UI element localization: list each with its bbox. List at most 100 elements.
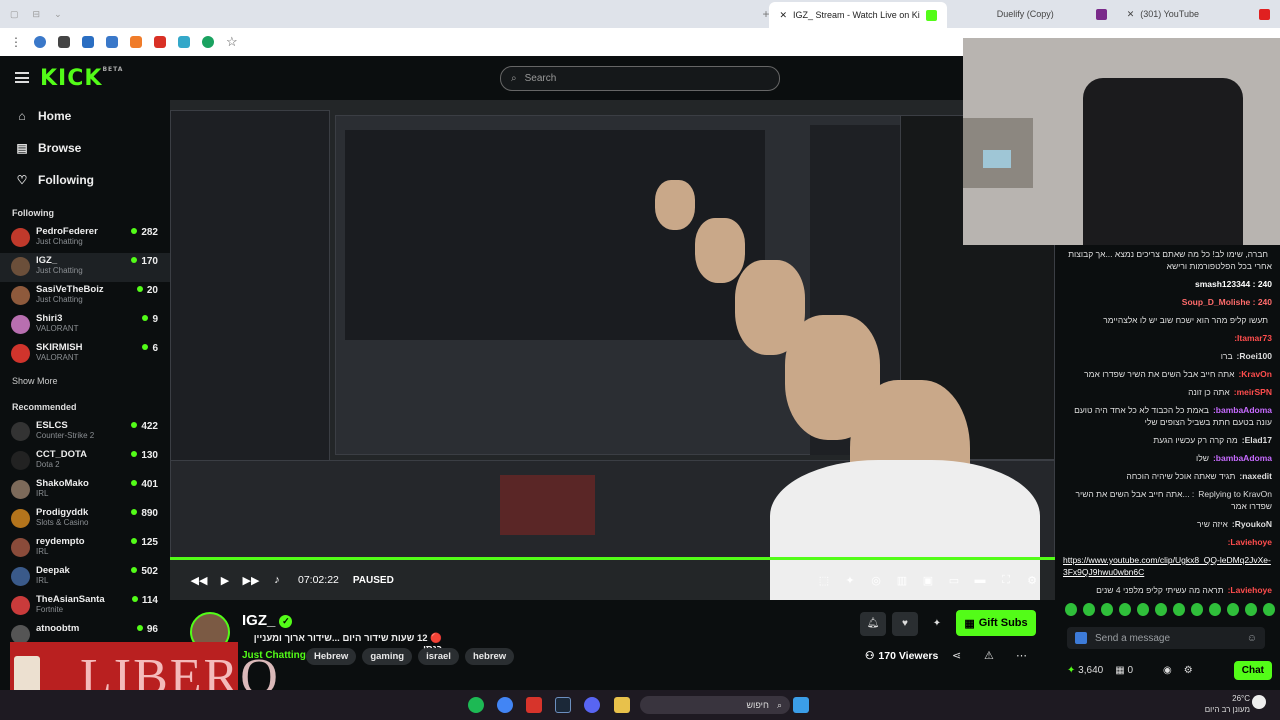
browser-tab-youtube[interactable]: ✕ (301) YouTube <box>1117 2 1280 26</box>
chat-username[interactable]: meirSPN: <box>1234 387 1272 397</box>
chat-link[interactable]: https://www.youtube.com/clip/Ugkx8_QQ-le… <box>1055 551 1280 581</box>
gift-subs-button[interactable]: ▦ Gift Subs <box>956 610 1036 636</box>
kick-logo[interactable]: KICKBETA <box>40 66 123 91</box>
pip-icon[interactable]: ▣ <box>915 574 941 587</box>
channel-item[interactable]: IGZ_ Just Chatting 170 <box>0 253 170 282</box>
channel-item[interactable]: Deepak IRL 502 <box>0 563 170 592</box>
emote-icon[interactable] <box>1209 603 1221 616</box>
emoji-icon[interactable]: ☺ <box>1247 633 1257 644</box>
channel-item[interactable]: PedroFederer Just Chatting 282 <box>0 224 170 253</box>
file-explorer-icon[interactable] <box>614 697 630 713</box>
window-menu-icon[interactable]: ▢ <box>10 9 19 20</box>
emote-icon[interactable] <box>1065 603 1077 616</box>
channel-item[interactable]: SKIRMISH VALORANT 6 <box>0 340 170 369</box>
new-tab-button[interactable]: + <box>762 7 769 21</box>
nav-home[interactable]: ⌂ Home <box>0 100 170 132</box>
extension-icon[interactable] <box>202 36 214 48</box>
extension-icon[interactable] <box>178 36 190 48</box>
channel-item[interactable]: ShakoMako IRL 401 <box>0 476 170 505</box>
chat-username[interactable]: Laviehoye: <box>1228 585 1272 595</box>
forward-icon[interactable]: ▶▶ <box>238 574 264 587</box>
emote-icon[interactable] <box>1137 603 1149 616</box>
channel-item[interactable]: TheAsianSanta Fortnite 114 <box>0 592 170 621</box>
chat-input[interactable]: Send a message ☺ <box>1067 627 1265 649</box>
show-more-button[interactable]: Show More <box>0 369 170 394</box>
emote-icon[interactable] <box>1083 603 1095 616</box>
chat-username[interactable]: Elad17: <box>1242 435 1272 445</box>
channel-item[interactable]: reydempto IRL 125 <box>0 534 170 563</box>
chat-username[interactable]: Roei100: <box>1237 351 1272 361</box>
stats-icon[interactable]: ▥ <box>889 574 915 587</box>
weather-widget[interactable]: 26°C מעונן רב היום <box>1195 693 1250 715</box>
chat-username[interactable]: KravOn: <box>1238 369 1272 379</box>
chat-send-button[interactable]: Chat <box>1233 660 1272 680</box>
settings-icon[interactable]: ⚙ <box>1019 574 1045 587</box>
nav-browse[interactable]: ▤ Browse <box>0 132 170 164</box>
emote-icon[interactable] <box>1227 603 1239 616</box>
emote-icon[interactable] <box>1101 603 1113 616</box>
steam-icon[interactable] <box>555 697 571 713</box>
tag-hebrew[interactable]: Hebrew <box>306 648 357 665</box>
play-button[interactable]: ▶ <box>212 574 238 587</box>
sparkle-button[interactable]: ✦ <box>924 612 950 636</box>
extension-icon[interactable] <box>154 36 166 48</box>
emote-icon[interactable] <box>1263 603 1275 616</box>
extension-icon[interactable] <box>34 36 46 48</box>
emote-icon[interactable] <box>1119 603 1131 616</box>
emote-icon[interactable] <box>1191 603 1203 616</box>
sparkle-icon[interactable]: ✦ <box>837 574 863 587</box>
discord-icon[interactable] <box>584 697 600 713</box>
chat-username[interactable]: bambaAdoma: <box>1213 405 1272 415</box>
clip-icon[interactable]: ⬚ <box>811 574 837 587</box>
emote-icon[interactable] <box>1155 603 1167 616</box>
streamer-name-block[interactable]: IGZ_ ✓ <box>242 612 293 629</box>
more-icon[interactable]: ⋮ <box>10 35 22 49</box>
weather-icon[interactable] <box>1252 695 1266 709</box>
report-icon[interactable]: ⚠ <box>984 649 994 662</box>
tag-gaming[interactable]: gaming <box>362 648 413 665</box>
chrome-icon[interactable] <box>497 697 513 713</box>
channel-item[interactable]: ESLCS Counter-Strike 2 422 <box>0 418 170 447</box>
tab-search-icon[interactable]: ⌄ <box>54 9 62 20</box>
nav-following[interactable]: ♡ Following <box>0 164 170 196</box>
chat-settings-icon[interactable]: ⚙ <box>1184 665 1193 676</box>
emote-icon[interactable] <box>1245 603 1257 616</box>
spotify-icon[interactable] <box>468 697 484 713</box>
rewind-icon[interactable]: ◀◀ <box>186 574 212 587</box>
share-icon[interactable]: ⋖ <box>952 649 961 662</box>
tab-overflow-icon[interactable]: ⊟ <box>33 9 41 20</box>
chat-username[interactable]: bambaAdoma: <box>1213 453 1272 463</box>
windows-start-icon[interactable] <box>793 697 809 713</box>
channel-item[interactable]: SasiVeTheBoiz Just Chatting 20 <box>0 282 170 311</box>
chat-username[interactable]: RyoukoN: <box>1232 519 1272 529</box>
chat-username[interactable]: Laviehoye: <box>1228 537 1272 547</box>
chat-username[interactable]: Itamar73: <box>1234 333 1272 343</box>
close-icon[interactable]: ✕ <box>779 10 787 21</box>
channel-item[interactable]: CCT_DOTA Dota 2 130 <box>0 447 170 476</box>
video-progress[interactable] <box>170 557 1055 560</box>
cast-icon[interactable]: ▬ <box>967 574 993 586</box>
volume-icon[interactable]: ♪ <box>264 574 290 586</box>
tag-israel[interactable]: israel <box>418 648 459 665</box>
gift-count[interactable]: ▦ 0 <box>1115 665 1133 676</box>
emote-icon[interactable] <box>1173 603 1185 616</box>
extension-icon[interactable] <box>130 36 142 48</box>
quality-icon[interactable]: ◎ <box>863 574 889 587</box>
more-options-icon[interactable]: ⋯ <box>1016 649 1027 662</box>
channel-item[interactable]: Shiri3 VALORANT 9 <box>0 311 170 340</box>
browser-tab-kick[interactable]: ✕ IGZ_ Stream - Watch Live on Ki <box>769 2 947 28</box>
fullscreen-icon[interactable]: ⛶ <box>993 574 1019 587</box>
bookmark-star-icon[interactable]: ☆ <box>226 34 238 50</box>
search-input[interactable]: ⌕ Search <box>500 66 780 91</box>
extension-icon[interactable] <box>58 36 70 48</box>
chat-username[interactable]: smash123344 : 240 <box>1195 279 1272 289</box>
menu-icon[interactable] <box>15 72 29 83</box>
extension-icon[interactable] <box>82 36 94 48</box>
close-icon[interactable]: ✕ <box>1127 9 1135 20</box>
channel-item[interactable]: Prodigyddk Slots & Casino 890 <box>0 505 170 534</box>
chat-username[interactable]: naxedit: <box>1239 471 1272 481</box>
theater-icon[interactable]: ▭ <box>941 574 967 587</box>
notification-button[interactable]: 🔔︎ <box>860 612 886 636</box>
points-display[interactable]: ✦ 3,640 <box>1067 665 1103 676</box>
extension-icon[interactable] <box>106 36 118 48</box>
